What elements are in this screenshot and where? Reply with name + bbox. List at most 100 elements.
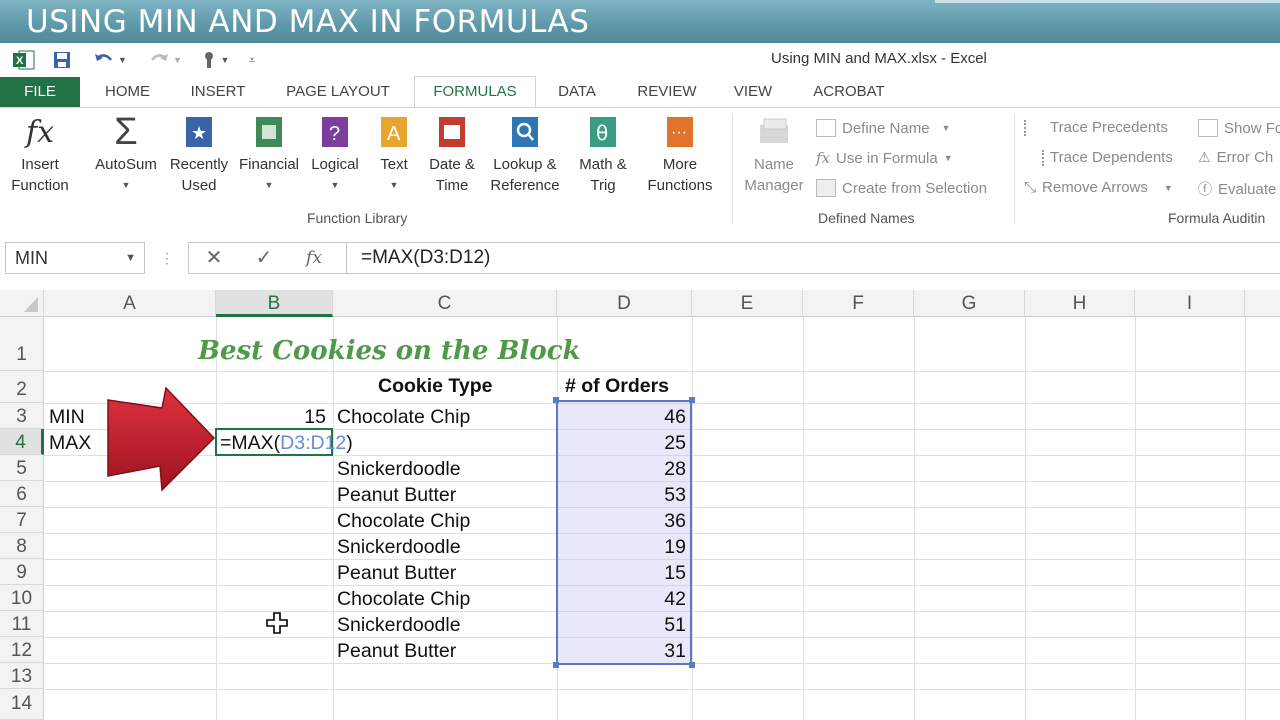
- define-name-button[interactable]: Define Name ▼: [816, 119, 950, 137]
- name-manager-button[interactable]: Name Manager: [738, 114, 810, 196]
- cell-d10[interactable]: 42: [560, 588, 686, 611]
- row-header-5[interactable]: 5: [0, 455, 44, 481]
- column-header-i[interactable]: I: [1135, 290, 1245, 317]
- column-header-f[interactable]: F: [803, 290, 914, 317]
- undo-icon[interactable]: ▼: [90, 49, 130, 71]
- error-checking-button[interactable]: ⚠ Error Ch: [1198, 149, 1273, 166]
- autosum-button[interactable]: Σ AutoSum ▼: [88, 113, 164, 196]
- insert-function-icon[interactable]: fx: [298, 242, 330, 274]
- chevron-down-icon: ▼: [264, 180, 274, 190]
- cell-c7[interactable]: Chocolate Chip: [337, 510, 470, 533]
- column-header-d[interactable]: D: [557, 290, 692, 317]
- column-header-b[interactable]: B: [216, 290, 333, 317]
- range-handle[interactable]: [553, 397, 559, 403]
- column-header-e[interactable]: E: [692, 290, 803, 317]
- customize-qat-icon[interactable]: ⩡: [244, 49, 260, 71]
- gridline: [44, 689, 1280, 690]
- tab-insert[interactable]: INSERT: [180, 77, 256, 107]
- math-trig-button[interactable]: θ Math & Trig: [570, 114, 636, 196]
- quick-access-toolbar: X ▼ ▼ ▼ ⩡ Using MIN and MAX.xlsx - Excel: [0, 43, 1280, 77]
- column-header-a[interactable]: A: [44, 290, 216, 317]
- cell-c3[interactable]: Chocolate Chip: [337, 406, 470, 429]
- tab-view[interactable]: VIEW: [724, 77, 782, 107]
- cell-d2[interactable]: # of Orders: [565, 375, 669, 398]
- row-header-10[interactable]: 10: [0, 585, 44, 611]
- row-header-12[interactable]: 12: [0, 637, 44, 663]
- range-handle[interactable]: [689, 662, 695, 668]
- formula-input[interactable]: =MAX(D3:D12): [346, 242, 1280, 274]
- tab-data[interactable]: DATA: [545, 77, 609, 107]
- cell-c9[interactable]: Peanut Butter: [337, 562, 456, 585]
- insert-function-button[interactable]: fx Insert Function: [2, 114, 78, 196]
- name-box[interactable]: MIN ▼: [5, 242, 145, 274]
- gridline: [333, 317, 334, 720]
- cell-a3[interactable]: MIN: [49, 406, 85, 429]
- cell-a4[interactable]: MAX: [49, 432, 91, 455]
- row-header-1[interactable]: 1: [0, 317, 44, 371]
- chevron-down-icon[interactable]: ▼: [125, 243, 136, 273]
- cell-c6[interactable]: Peanut Butter: [337, 484, 456, 507]
- recently-used-button[interactable]: ★ Recently Used: [164, 114, 234, 196]
- cell-d8[interactable]: 19: [560, 536, 686, 559]
- row-header-7[interactable]: 7: [0, 507, 44, 533]
- tab-page-layout[interactable]: PAGE LAYOUT: [270, 77, 406, 107]
- sheet-title-cell[interactable]: Best Cookies on the Block: [198, 336, 581, 366]
- cell-c11[interactable]: Snickerdoodle: [337, 614, 461, 637]
- select-all-corner[interactable]: [0, 290, 44, 317]
- row-header-8[interactable]: 8: [0, 533, 44, 559]
- row-header-4[interactable]: 4: [0, 429, 44, 455]
- redo-icon[interactable]: ▼: [145, 49, 185, 71]
- tab-acrobat[interactable]: ACROBAT: [800, 77, 898, 107]
- row-header-2[interactable]: 2: [0, 371, 44, 403]
- range-handle[interactable]: [553, 662, 559, 668]
- cell-c8[interactable]: Snickerdoodle: [337, 536, 461, 559]
- cell-d6[interactable]: 53: [560, 484, 686, 507]
- cell-d7[interactable]: 36: [560, 510, 686, 533]
- group-divider: [1014, 114, 1015, 224]
- use-in-formula-button[interactable]: fx Use in Formula ▼: [816, 149, 953, 167]
- row-header-13[interactable]: 13: [0, 663, 44, 689]
- tab-home[interactable]: HOME: [90, 77, 165, 107]
- row-header-9[interactable]: 9: [0, 559, 44, 585]
- create-from-selection-button[interactable]: Create from Selection: [816, 179, 987, 197]
- touch-mode-icon[interactable]: ▼: [195, 49, 235, 71]
- cell-d4[interactable]: 25: [560, 432, 686, 455]
- tab-formulas[interactable]: FORMULAS: [414, 76, 536, 108]
- cell-c2[interactable]: Cookie Type: [378, 375, 493, 398]
- lookup-reference-button[interactable]: Lookup & Reference: [482, 114, 568, 196]
- enter-check-icon[interactable]: ✓: [248, 242, 280, 274]
- cell-c12[interactable]: Peanut Butter: [337, 640, 456, 663]
- text-button[interactable]: A Text ▼: [368, 114, 420, 196]
- more-functions-button[interactable]: ··· More Functions: [636, 114, 724, 196]
- cell-d9[interactable]: 15: [560, 562, 686, 585]
- show-formulas-button[interactable]: Show Fo: [1198, 119, 1280, 137]
- date-time-button[interactable]: Date & Time: [420, 114, 484, 196]
- range-handle[interactable]: [689, 397, 695, 403]
- column-header-next[interactable]: [1245, 290, 1280, 317]
- cell-d11[interactable]: 51: [560, 614, 686, 637]
- cell-d12[interactable]: 31: [560, 640, 686, 663]
- remove-arrows-button[interactable]: ⤡ Remove Arrows ▼: [1024, 179, 1173, 196]
- cancel-icon[interactable]: ✕: [198, 242, 230, 274]
- cell-c5[interactable]: Snickerdoodle: [337, 458, 461, 481]
- cell-c10[interactable]: Chocolate Chip: [337, 588, 470, 611]
- evaluate-formula-button[interactable]: ⓕ Evaluate: [1198, 179, 1276, 199]
- logical-button[interactable]: ? Logical ▼: [304, 114, 366, 196]
- tab-review[interactable]: REVIEW: [628, 77, 706, 107]
- row-header-14[interactable]: 14: [0, 689, 44, 720]
- cell-d5[interactable]: 28: [560, 458, 686, 481]
- cell-b4-formula[interactable]: =MAX(D3:D12): [220, 432, 353, 455]
- save-icon[interactable]: [50, 49, 74, 71]
- column-header-h[interactable]: H: [1025, 290, 1135, 317]
- row-header-3[interactable]: 3: [0, 403, 44, 429]
- row-header-6[interactable]: 6: [0, 481, 44, 507]
- trace-precedents-button[interactable]: Trace Precedents: [1024, 119, 1168, 136]
- cell-d3[interactable]: 46: [560, 406, 686, 429]
- row-header-11[interactable]: 11: [0, 611, 44, 637]
- cell-b3[interactable]: 15: [220, 406, 326, 429]
- financial-button[interactable]: Financial ▼: [234, 114, 304, 196]
- column-header-c[interactable]: C: [333, 290, 557, 317]
- column-header-g[interactable]: G: [914, 290, 1025, 317]
- tab-file[interactable]: FILE: [0, 77, 80, 107]
- trace-dependents-button[interactable]: Trace Dependents: [1024, 149, 1173, 166]
